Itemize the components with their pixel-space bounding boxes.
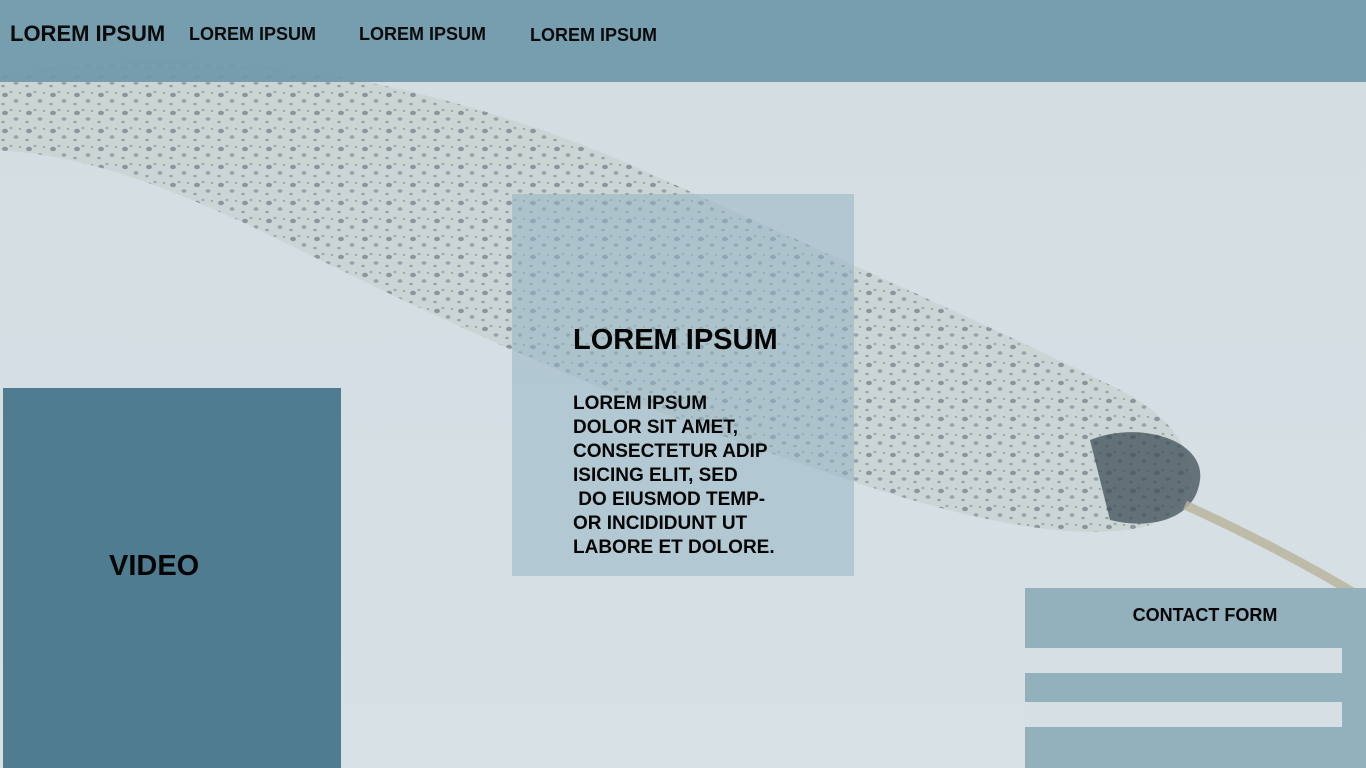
hero-body-text: LOREM IPSUM DOLOR SIT AMET, CONSECTETUR … xyxy=(573,393,775,558)
nav-link-2[interactable]: LOREM IPSUM xyxy=(359,24,486,45)
hero-text-card: LOREM IPSUM LOREM IPSUM DOLOR SIT AMET, … xyxy=(512,194,854,576)
contact-form-title: CONTACT FORM xyxy=(1132,605,1278,625)
nav-link-1[interactable]: LOREM IPSUM xyxy=(189,24,316,45)
top-navbar: LOREM IPSUM LOREM IPSUM LOREM IPSUM LORE… xyxy=(0,0,1366,82)
contact-field-2[interactable] xyxy=(1024,702,1342,727)
contact-form: CONTACT FORM xyxy=(1024,588,1366,768)
contact-field-1[interactable] xyxy=(1024,648,1342,673)
video-label: VIDEO xyxy=(109,550,200,582)
hero-title: LOREM IPSUM xyxy=(573,324,778,356)
site-brand[interactable]: LOREM IPSUM xyxy=(10,21,165,47)
nav-link-3[interactable]: LOREM IPSUM xyxy=(530,25,657,46)
video-placeholder[interactable]: VIDEO xyxy=(3,388,341,768)
